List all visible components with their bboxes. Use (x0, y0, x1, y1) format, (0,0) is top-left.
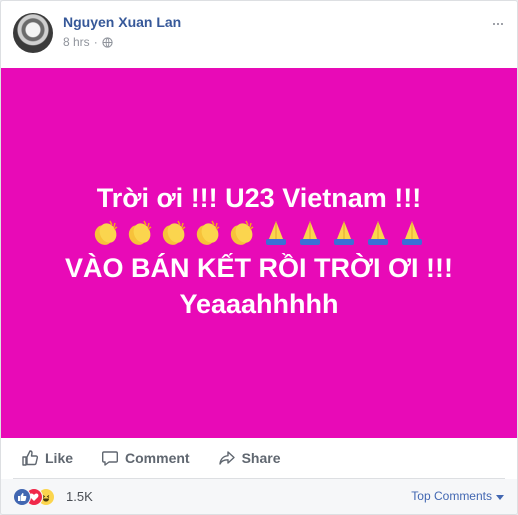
share-label: Share (241, 450, 281, 466)
folded-hands-emoji (368, 221, 388, 245)
post-image[interactable]: Trời ơi !!! U23 Vietnam !!! VÀO BÁN KẾT … (1, 68, 517, 438)
post-meta: 8 hrs · (63, 35, 113, 49)
folded-hands-emoji (402, 221, 422, 245)
post-header: Nguyen Xuan Lan 8 hrs · ··· (1, 1, 517, 67)
reactions-bar: 1.5K Top Comments (1, 479, 517, 514)
like-button[interactable]: Like (13, 445, 81, 471)
post-text-line-3: Yeaaahhhhh (179, 289, 339, 319)
share-button[interactable]: Share (210, 445, 289, 471)
clapping-hands-emoji (128, 220, 152, 245)
like-label: Like (45, 450, 74, 466)
like-reaction-icon (13, 488, 31, 506)
clapping-hands-emoji (196, 220, 220, 245)
post-text-line-2: VÀO BÁN KẾT RỒI TRỜI ƠI !!! (64, 253, 454, 283)
post-text-line-1: Trời ơi !!! U23 Vietnam !!! (96, 183, 422, 213)
author-name[interactable]: Nguyen Xuan Lan (63, 14, 181, 30)
caret-down-icon (496, 494, 504, 500)
top-comments-dropdown[interactable]: Top Comments (411, 489, 504, 503)
share-icon (218, 451, 235, 465)
more-options-icon[interactable]: ··· (489, 13, 505, 33)
meta-separator: · (93, 35, 98, 49)
globe-icon (102, 36, 113, 48)
clapping-hands-emoji (94, 220, 118, 245)
facebook-post-card: Nguyen Xuan Lan 8 hrs · ··· Trời ơi !!! … (0, 0, 518, 515)
clapping-hands-emoji (230, 220, 254, 245)
folded-hands-emoji (334, 221, 354, 245)
thumbs-up-icon (22, 450, 39, 466)
post-image-text: Trời ơi !!! U23 Vietnam !!! VÀO BÁN KẾT … (1, 180, 517, 322)
folded-hands-emoji (266, 221, 286, 245)
folded-hands-emoji (300, 221, 320, 245)
clapping-hands-emoji (162, 220, 186, 245)
comment-label: Comment (125, 450, 190, 466)
post-timestamp[interactable]: 8 hrs (63, 35, 90, 49)
comment-icon (102, 451, 119, 466)
author-avatar[interactable] (13, 13, 53, 53)
emoji-row (1, 216, 517, 250)
reaction-icons[interactable] (13, 488, 57, 506)
comment-button[interactable]: Comment (93, 445, 198, 471)
top-comments-label: Top Comments (411, 489, 492, 503)
reaction-count[interactable]: 1.5K (66, 489, 93, 504)
post-action-bar: Like Comment Share (1, 439, 517, 477)
